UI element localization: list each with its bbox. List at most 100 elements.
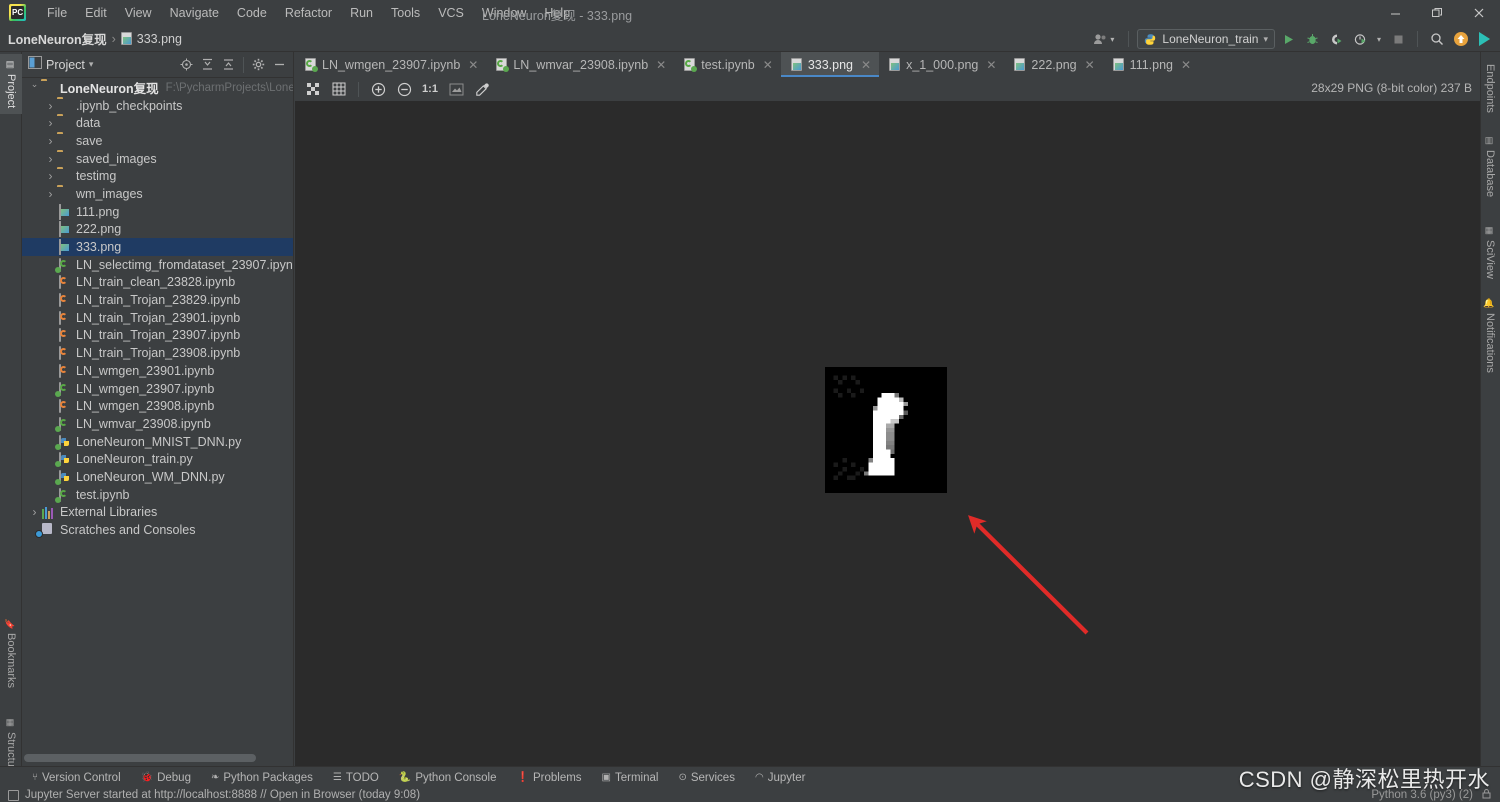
tree-item[interactable]: LN_train_clean_23828.ipynb — [22, 274, 293, 292]
chevron-right-icon[interactable] — [44, 169, 57, 183]
tool-window-button-debug[interactable]: 🐞 Debug — [131, 770, 201, 786]
close-tab-icon[interactable]: ✕ — [763, 58, 773, 72]
tree-item[interactable]: LN_wmgen_23907.ipynb — [22, 380, 293, 398]
editor-tab-x-1-000-png[interactable]: x_1_000.png ✕ — [879, 52, 1005, 77]
minimize-button[interactable] — [1374, 0, 1416, 26]
tree-item[interactable]: wm_images — [22, 185, 293, 203]
tool-window-button-version-control[interactable]: ⑂ Version Control — [22, 770, 131, 786]
tree-item[interactable]: LN_train_Trojan_23907.ipynb — [22, 327, 293, 345]
menu-item-file[interactable]: File — [38, 3, 76, 23]
tree-item[interactable]: LN_wmvar_23908.ipynb — [22, 415, 293, 433]
tool-window-button-terminal[interactable]: ▣ Terminal — [592, 770, 669, 786]
grid-icon[interactable] — [327, 78, 351, 100]
tool-window-button-todo[interactable]: ☰ TODO — [323, 770, 389, 786]
python-interpreter-label[interactable]: Python 3.6 (py3) (2) — [1371, 789, 1473, 801]
user-profile-button[interactable]: ▾ — [1087, 31, 1120, 47]
menu-item-refactor[interactable]: Refactor — [276, 3, 341, 23]
collapse-all-icon[interactable] — [219, 55, 238, 74]
run-configuration-selector[interactable]: LoneNeuron_train ▾ — [1137, 29, 1275, 49]
run-button[interactable] — [1277, 28, 1299, 50]
zoom-out-icon[interactable] — [392, 78, 416, 100]
left-tool-tab-bookmarks[interactable]: 🔖 Bookmarks — [0, 612, 22, 694]
chevron-down-icon[interactable] — [28, 82, 41, 93]
menu-item-vcs[interactable]: VCS — [429, 3, 473, 23]
more-run-options-caret-icon[interactable]: ▾ — [1373, 28, 1385, 50]
close-tab-icon[interactable]: ✕ — [1181, 58, 1191, 72]
chevron-right-icon[interactable] — [44, 152, 57, 166]
chevron-right-icon[interactable] — [44, 187, 57, 201]
tool-window-button-python-console[interactable]: 🐍 Python Console — [389, 770, 507, 786]
tree-item[interactable]: LN_wmgen_23908.ipynb — [22, 397, 293, 415]
tree-item[interactable]: 222.png — [22, 221, 293, 239]
tree-item[interactable]: .ipynb_checkpoints — [22, 97, 293, 115]
status-message[interactable]: Jupyter Server started at http://localho… — [25, 789, 420, 801]
tree-item[interactable]: External Libraries — [22, 504, 293, 522]
menu-item-navigate[interactable]: Navigate — [161, 3, 228, 23]
scrollbar-thumb[interactable] — [24, 754, 256, 762]
actual-size-button[interactable]: 1:1 — [418, 78, 442, 100]
update-button-icon[interactable] — [1450, 28, 1472, 50]
tree-item[interactable]: Scratches and Consoles — [22, 521, 293, 539]
close-tab-icon[interactable]: ✕ — [861, 58, 871, 72]
tool-window-button-python-packages[interactable]: ❧ Python Packages — [201, 770, 323, 786]
chevron-right-icon[interactable] — [44, 99, 57, 113]
tree-item[interactable]: 333.png — [22, 238, 293, 256]
transparency-chessboard-icon[interactable] — [301, 78, 325, 100]
right-tool-tab-notifications[interactable]: 🔔 Notifications — [1480, 292, 1500, 379]
project-file-tree[interactable]: LoneNeuron复现 F:\PycharmProjects\LoneNeu .i… — [22, 79, 293, 748]
tree-item[interactable]: LoneNeuron复现 F:\PycharmProjects\LoneNeu — [22, 79, 293, 97]
tool-window-button-jupyter[interactable]: ◠ Jupyter — [745, 770, 815, 786]
menu-item-tools[interactable]: Tools — [382, 3, 429, 23]
editor-tab-111-png[interactable]: 111.png ✕ — [1102, 52, 1200, 77]
tree-item[interactable]: LN_wmgen_23901.ipynb — [22, 362, 293, 380]
lock-icon[interactable] — [1481, 788, 1492, 802]
tree-item[interactable]: LN_train_Trojan_23829.ipynb — [22, 291, 293, 309]
tree-item[interactable]: test.ipynb — [22, 486, 293, 504]
tree-item[interactable]: save — [22, 132, 293, 150]
menu-item-edit[interactable]: Edit — [76, 3, 116, 23]
tree-item[interactable]: testimg — [22, 167, 293, 185]
breadcrumb-file[interactable]: 333.png — [137, 32, 182, 46]
chevron-right-icon[interactable] — [28, 505, 41, 519]
tree-item[interactable]: LN_selectimg_fromdataset_23907.ipynb — [22, 256, 293, 274]
toolbox-icon[interactable] — [1474, 28, 1496, 50]
tree-item[interactable]: LoneNeuron_WM_DNN.py — [22, 468, 293, 486]
debug-button[interactable] — [1301, 28, 1323, 50]
tree-item[interactable]: LoneNeuron_MNIST_DNN.py — [22, 433, 293, 451]
right-tool-tab-endpoints[interactable]: Endpoints — [1480, 54, 1500, 119]
color-picker-icon[interactable] — [470, 78, 494, 100]
editor-tab-ln-wmvar-23908-ipynb[interactable]: LN_wmvar_23908.ipynb ✕ — [486, 52, 675, 77]
tree-item[interactable]: 111.png — [22, 203, 293, 221]
menu-item-code[interactable]: Code — [228, 3, 276, 23]
right-tool-tab-database[interactable]: ▥ Database — [1480, 130, 1500, 203]
hide-panel-icon[interactable] — [270, 55, 289, 74]
run-with-coverage-button[interactable] — [1325, 28, 1347, 50]
tool-window-button-services[interactable]: ⊙ Services — [668, 770, 745, 786]
search-everywhere-icon[interactable] — [1426, 28, 1448, 50]
maximize-button[interactable] — [1416, 0, 1458, 26]
editor-tab-222-png[interactable]: 222.png ✕ — [1004, 52, 1103, 77]
close-tab-icon[interactable]: ✕ — [1085, 58, 1095, 72]
tree-item[interactable]: LN_train_Trojan_23901.ipynb — [22, 309, 293, 327]
gear-icon[interactable] — [249, 55, 268, 74]
close-tab-icon[interactable]: ✕ — [986, 58, 996, 72]
tree-item[interactable]: data — [22, 114, 293, 132]
close-button[interactable] — [1458, 0, 1500, 26]
zoom-in-icon[interactable] — [366, 78, 390, 100]
profile-run-button[interactable] — [1349, 28, 1371, 50]
editor-tab-test-ipynb[interactable]: test.ipynb ✕ — [674, 52, 781, 77]
close-tab-icon[interactable]: ✕ — [468, 58, 478, 72]
editor-tab-ln-wmgen-23907-ipynb[interactable]: LN_wmgen_23907.ipynb ✕ — [295, 52, 487, 77]
left-tool-tab-project[interactable]: ▤ Project — [0, 54, 22, 115]
right-tool-tab-sciview[interactable]: ▦ SciView — [1480, 220, 1500, 285]
stop-button[interactable] — [1387, 28, 1409, 50]
project-tree-horizontal-scrollbar[interactable] — [22, 752, 294, 764]
chevron-right-icon[interactable] — [44, 116, 57, 130]
menu-item-run[interactable]: Run — [341, 3, 382, 23]
project-panel-caret-icon[interactable]: ▾ — [89, 59, 94, 70]
tree-item[interactable]: LoneNeuron_train.py — [22, 450, 293, 468]
fit-to-window-icon[interactable] — [444, 78, 468, 100]
editor-tab-333-png[interactable]: 333.png ✕ — [780, 52, 880, 77]
tree-item[interactable]: saved_images — [22, 150, 293, 168]
menu-item-view[interactable]: View — [116, 3, 161, 23]
